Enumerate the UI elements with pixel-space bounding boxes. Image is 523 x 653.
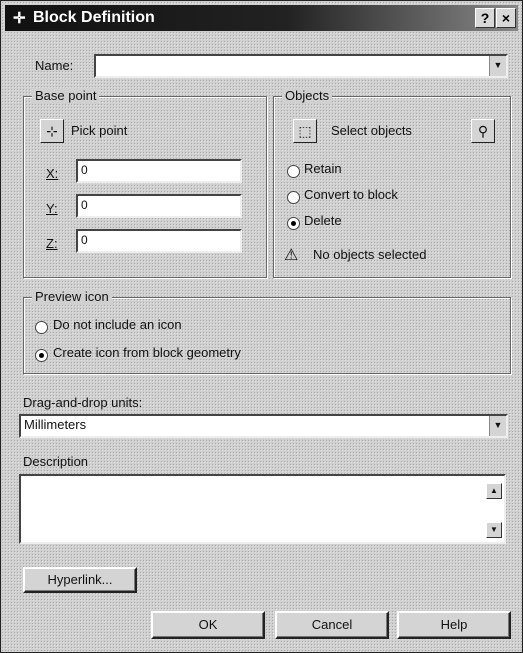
select-objects-label[interactable]: Select objects xyxy=(331,123,412,138)
close-button[interactable]: × xyxy=(496,8,516,28)
description-label: Description xyxy=(23,454,89,469)
cancel-button[interactable]: Cancel xyxy=(275,611,389,639)
help-button[interactable]: Help xyxy=(397,611,511,639)
convert-radio[interactable] xyxy=(287,191,300,204)
pick-point-label[interactable]: Pick point xyxy=(71,123,127,138)
scroll-down-icon[interactable]: ▼ xyxy=(486,522,502,538)
no-icon-radio[interactable] xyxy=(35,321,48,334)
quick-select-icon[interactable]: ⚲ xyxy=(471,119,495,143)
z-label: Z: xyxy=(46,236,58,251)
delete-label[interactable]: Delete xyxy=(304,213,342,228)
units-value: Millimeters xyxy=(24,417,87,432)
objects-title: Objects xyxy=(282,88,333,103)
convert-label[interactable]: Convert to block xyxy=(304,187,398,202)
x-label: X: xyxy=(46,166,59,181)
chevron-down-icon[interactable]: ▼ xyxy=(489,56,506,76)
units-label: Drag-and-drop units: xyxy=(23,395,143,410)
title-bar: ✛ Block Definition ? × xyxy=(5,5,518,31)
y-field[interactable]: 0 xyxy=(76,194,242,218)
ok-button[interactable]: OK xyxy=(151,611,265,639)
chevron-down-icon[interactable]: ▼ xyxy=(489,416,506,436)
units-combobox[interactable]: Millimeters ▼ xyxy=(19,414,508,438)
pick-point-icon[interactable]: ⊹ xyxy=(40,119,64,143)
preview-icon-group: Preview icon xyxy=(23,289,511,374)
retain-radio[interactable] xyxy=(287,165,300,178)
name-label: Name: xyxy=(35,58,74,73)
name-combobox[interactable]: ▼ xyxy=(94,54,508,78)
select-objects-icon[interactable]: ⬚ xyxy=(293,119,317,143)
x-field[interactable]: 0 xyxy=(76,159,242,183)
z-value: 0 xyxy=(81,233,88,247)
hyperlink-button[interactable]: Hyperlink... xyxy=(23,567,137,593)
delete-radio[interactable] xyxy=(287,217,300,230)
scroll-up-icon[interactable]: ▲ xyxy=(486,483,502,499)
preview-icon-title: Preview icon xyxy=(32,289,112,304)
block-app-icon: ✛ xyxy=(13,10,26,27)
block-definition-dialog: ✛ Block Definition ? × Name: ▼ Base poin… xyxy=(0,0,523,653)
create-icon-radio[interactable] xyxy=(35,349,48,362)
description-field[interactable] xyxy=(19,474,506,544)
warning-icon: ⚠ xyxy=(284,247,299,264)
dialog-title: Block Definition xyxy=(33,9,155,26)
retain-label[interactable]: Retain xyxy=(304,161,342,176)
z-field[interactable]: 0 xyxy=(76,229,242,253)
create-icon-label[interactable]: Create icon from block geometry xyxy=(53,345,241,360)
help-title-button[interactable]: ? xyxy=(475,8,495,28)
y-label: Y: xyxy=(46,201,58,216)
no-icon-label[interactable]: Do not include an icon xyxy=(53,317,182,332)
x-value: 0 xyxy=(81,163,88,177)
objects-status: No objects selected xyxy=(313,247,427,262)
y-value: 0 xyxy=(81,198,88,212)
base-point-title: Base point xyxy=(32,88,100,103)
